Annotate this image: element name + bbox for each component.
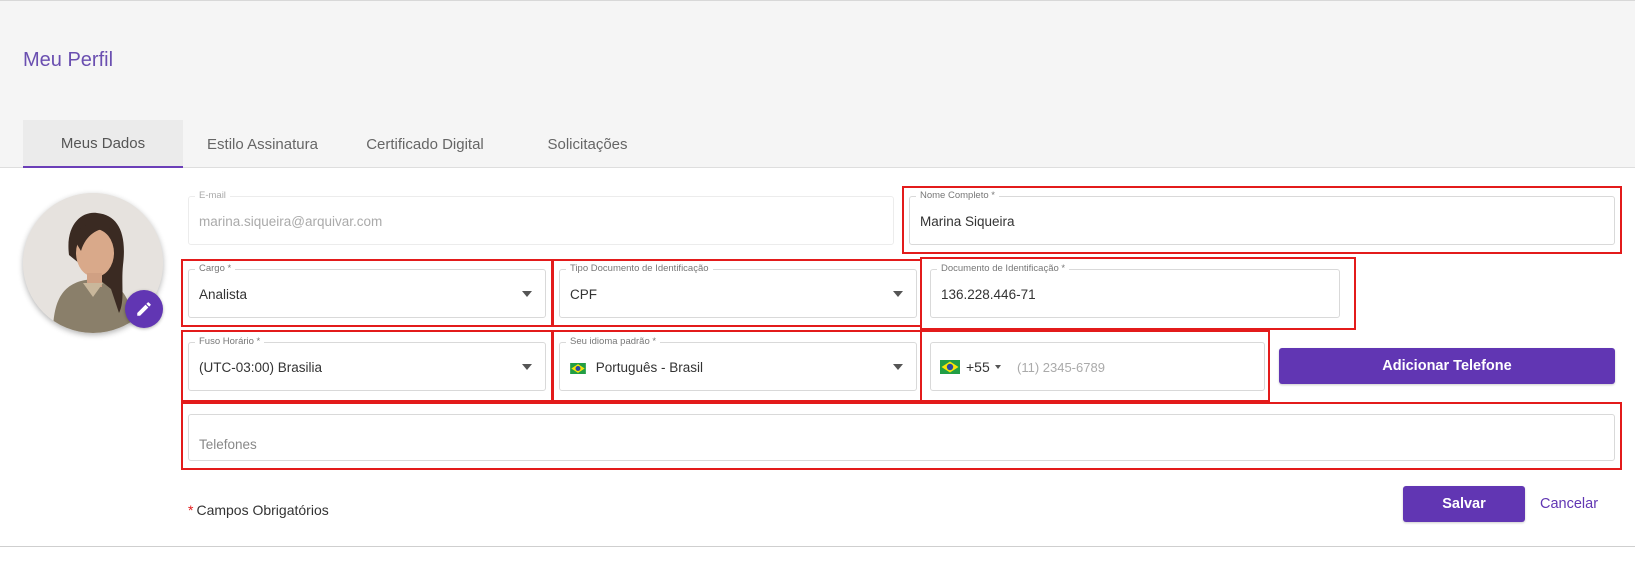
phones-placeholder: Telefones — [199, 437, 257, 452]
cargo-select[interactable]: Cargo * Analista — [188, 263, 546, 318]
cargo-value: Analista — [199, 287, 248, 302]
dropdown-arrow-icon — [893, 364, 903, 370]
caret-down-icon — [994, 365, 1001, 369]
page-title: Meu Perfil — [23, 49, 114, 71]
tab-meus-dados[interactable]: Meus Dados — [23, 120, 183, 168]
tab-certificado-digital[interactable]: Certificado Digital — [355, 120, 495, 168]
timezone-value: (UTC-03:00) Brasilia — [199, 360, 323, 375]
country-code: +55 — [966, 359, 990, 375]
timezone-select[interactable]: Fuso Horário * (UTC-03:00) Brasilia — [188, 336, 546, 391]
tab-estilo-assinatura[interactable]: Estilo Assinatura — [195, 120, 330, 168]
cargo-label: Cargo * — [195, 263, 236, 274]
full-name-field[interactable]: Nome Completo * Marina Siqueira — [909, 190, 1615, 245]
save-button[interactable]: Salvar — [1403, 486, 1525, 522]
bottom-divider — [0, 546, 1635, 547]
language-value: Português - Brasil — [595, 360, 704, 375]
country-code-select[interactable]: +55 — [940, 359, 1001, 375]
email-label: E-mail — [195, 190, 230, 201]
dropdown-arrow-icon — [522, 291, 532, 297]
document-number-value: 136.228.446-71 — [941, 287, 1036, 302]
tab-solicitacoes[interactable]: Solicitações — [535, 120, 640, 168]
required-note-text: Campos Obrigatórios — [196, 502, 329, 518]
document-type-select[interactable]: Tipo Documento de Identificação CPF — [559, 263, 917, 318]
dropdown-arrow-icon — [522, 364, 532, 370]
add-phone-button[interactable]: Adicionar Telefone — [1279, 348, 1615, 384]
language-value-wrap: Português - Brasil — [570, 360, 703, 375]
document-type-value: CPF — [570, 287, 597, 302]
required-fields-note: * Campos Obrigatórios — [188, 502, 329, 518]
language-label: Seu idioma padrão * — [566, 336, 661, 347]
document-number-field[interactable]: Documento de Identificação * 136.228.446… — [930, 263, 1340, 318]
email-field[interactable]: E-mail marina.siqueira@arquivar.com — [188, 190, 894, 245]
document-type-label: Tipo Documento de Identificação — [566, 263, 713, 274]
full-name-label: Nome Completo * — [916, 190, 999, 201]
email-value: marina.siqueira@arquivar.com — [199, 214, 383, 229]
required-star: * — [188, 502, 194, 518]
brazil-flag-icon — [940, 360, 960, 374]
edit-photo-button[interactable] — [125, 290, 163, 328]
dropdown-arrow-icon — [893, 291, 903, 297]
document-number-label: Documento de Identificação * — [937, 263, 1070, 274]
cancel-button[interactable]: Cancelar — [1540, 496, 1598, 512]
brazil-flag-icon — [570, 362, 586, 374]
language-select[interactable]: Seu idioma padrão * Português - Brasil — [559, 336, 917, 391]
pencil-icon — [137, 302, 151, 316]
phones-field[interactable]: Telefones — [188, 414, 1615, 461]
phone-input[interactable]: (11) 2345-6789 — [1017, 360, 1105, 375]
phone-field[interactable]: +55 (11) 2345-6789 — [930, 342, 1265, 391]
timezone-label: Fuso Horário * — [195, 336, 265, 347]
full-name-value: Marina Siqueira — [920, 214, 1015, 229]
